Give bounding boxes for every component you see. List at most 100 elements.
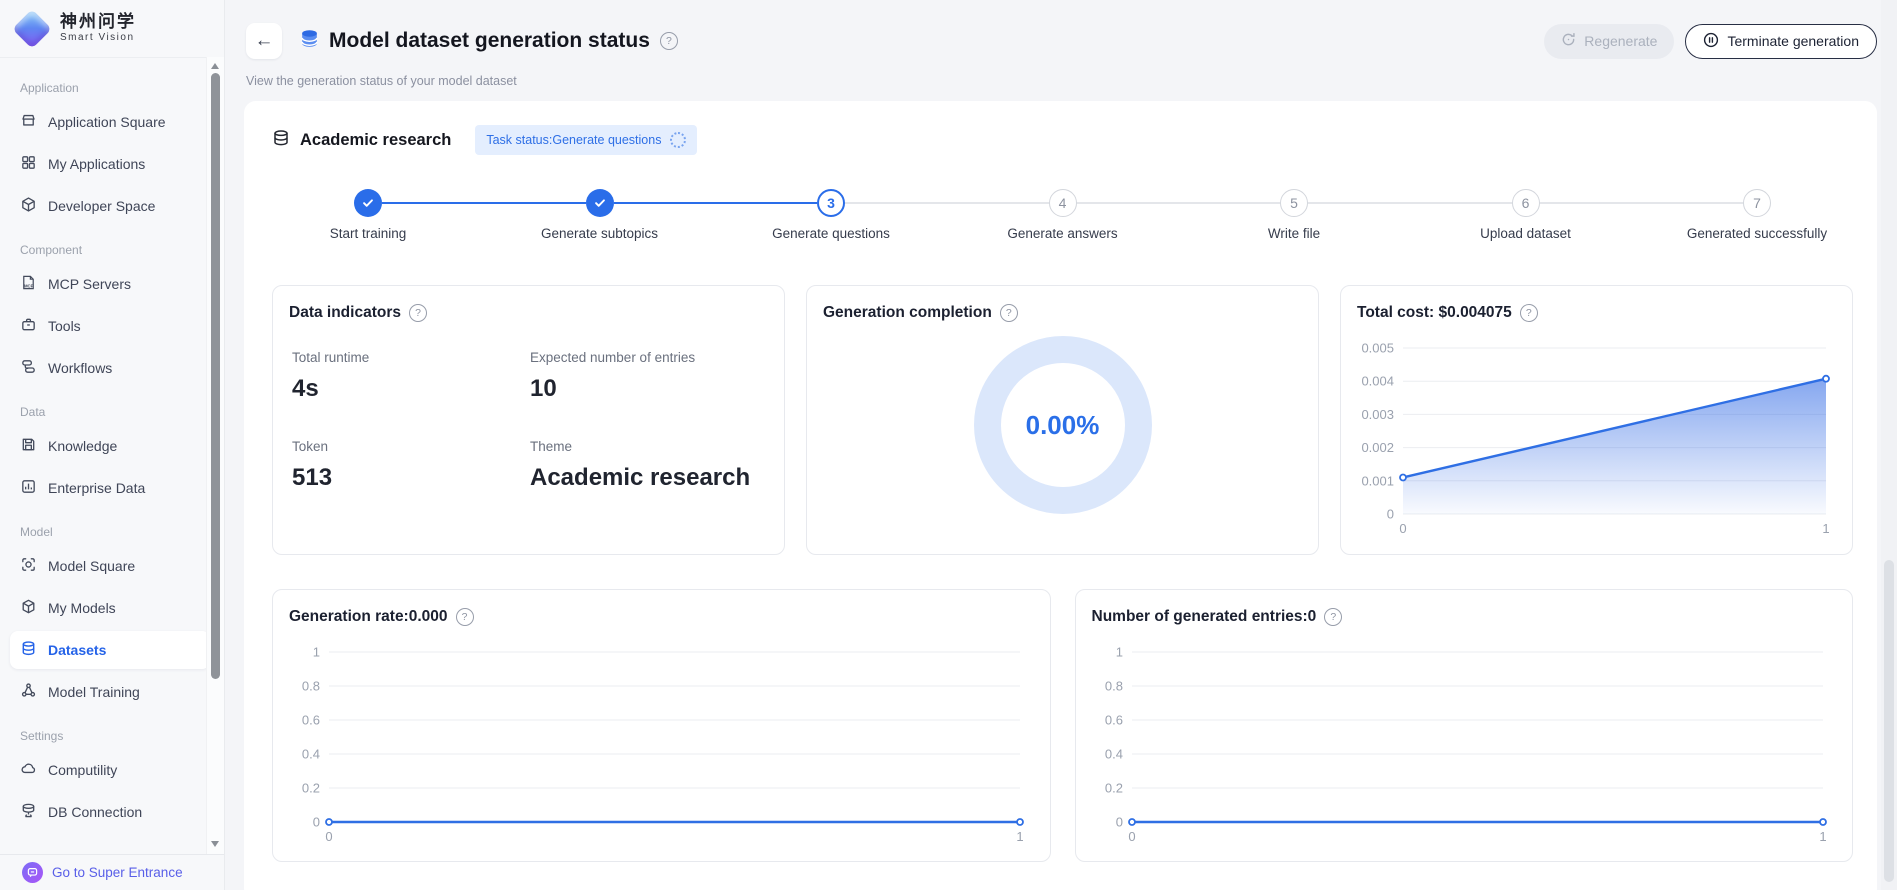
sidebar-item-label: Knowledge [48,438,117,454]
svg-text:1: 1 [1822,521,1829,536]
generation-completion-card: Generation completion 0.00% [806,285,1319,555]
card-title: Data indicators [289,304,401,322]
help-icon[interactable] [409,304,427,322]
terminate-generation-button[interactable]: Terminate generation [1685,24,1877,59]
metric-label: Token [292,439,530,454]
hexagon-icon [20,196,37,216]
svg-text:0: 0 [1387,507,1394,522]
metric-label: Expected number of entries [530,350,768,365]
sidebar-item-computility[interactable]: Computility [10,751,210,789]
sidebar-item-model-square[interactable]: Model Square [10,547,210,585]
scroll-up-icon[interactable] [211,63,219,69]
task-name: Academic research [300,131,451,150]
window-scrollbar[interactable] [1881,0,1897,890]
svg-text:1: 1 [1115,645,1122,660]
sidebar-item-mcp-servers[interactable]: MCP MCP Servers [10,265,210,303]
metric-value: 10 [530,375,768,403]
svg-text:1: 1 [1016,829,1023,844]
data-indicators-card: Data indicators Total runtime 4s Expecte… [272,285,785,555]
generated-entries-chart: 00.20.40.60.8101 [1092,632,1837,848]
page-subtitle: View the generation status of your model… [246,74,1877,88]
brand-name-en: Smart Vision [60,33,136,44]
completion-value: 0.00% [1026,410,1100,441]
sidebar-footer[interactable]: Go to Super Entrance [0,854,224,890]
terminate-label: Terminate generation [1727,33,1859,49]
nav-section-component: Component MCP MCP Servers Tools Workflow… [0,243,224,387]
sidebar-item-datasets[interactable]: Datasets [10,631,210,669]
help-icon[interactable] [1324,608,1342,626]
step-generate-answers: 4 Generate answers [997,189,1129,241]
sidebar-item-label: My Applications [48,156,145,172]
section-label: Settings [20,729,224,743]
cube-icon [20,598,37,618]
sidebar-item-developer-space[interactable]: Developer Space [10,187,210,225]
sidebar-item-label: Tools [48,318,81,334]
svg-text:0.6: 0.6 [302,713,320,728]
sidebar: 神州问学 Smart Vision Application Applicatio… [0,0,225,890]
stepper: Start training Generate subtopics 3 Gene… [272,189,1853,241]
svg-text:1: 1 [1819,829,1826,844]
step-generated-successfully: 7 Generated successfully [1691,189,1823,241]
metric-expected-entries: Expected number of entries 10 [530,350,768,403]
help-icon[interactable] [456,608,474,626]
sidebar-item-label: Model Training [48,684,140,700]
task-status-text: Task status:Generate questions [486,133,661,147]
help-icon[interactable] [660,32,678,50]
generation-rate-card: Generation rate:0.000 00.20.40.60.8101 [272,589,1051,862]
storefront-icon [20,112,37,132]
sidebar-item-db-connection[interactable]: DB Connection [10,793,210,831]
sidebar-item-label: Enterprise Data [48,480,145,496]
super-entrance-icon [22,862,43,883]
step-number: 4 [1049,189,1077,217]
regenerate-label: Regenerate [1584,33,1657,49]
svg-text:0.005: 0.005 [1361,341,1394,356]
generated-entries-card: Number of generated entries:0 00.20.40.6… [1075,589,1854,862]
sidebar-item-workflows[interactable]: Workflows [10,349,210,387]
section-label: Component [20,243,224,257]
step-label: Generate subtopics [541,226,658,241]
svg-text:0.002: 0.002 [1361,440,1394,455]
step-generate-subtopics: Generate subtopics [534,189,666,241]
sidebar-scrollbar[interactable] [206,57,224,855]
step-number: 6 [1512,189,1540,217]
sidebar-scrollbar-thumb[interactable] [211,73,220,679]
back-button[interactable] [246,23,282,59]
card-title: Total cost: $0.004075 [1357,304,1512,322]
sidebar-item-knowledge[interactable]: Knowledge [10,427,210,465]
svg-text:MCP: MCP [24,283,34,288]
step-generate-questions: 3 Generate questions [765,189,897,241]
window-scrollbar-thumb[interactable] [1884,560,1894,882]
step-start-training: Start training [302,189,434,241]
svg-text:0: 0 [1115,815,1122,830]
sidebar-item-my-applications[interactable]: My Applications [10,145,210,183]
sidebar-item-my-models[interactable]: My Models [10,589,210,627]
sidebar-item-label: Datasets [48,642,106,658]
help-icon[interactable] [1000,304,1018,322]
step-label: Generate questions [772,226,890,241]
svg-text:0: 0 [1128,829,1135,844]
sidebar-item-enterprise-data[interactable]: Enterprise Data [10,469,210,507]
cloud-icon [20,760,37,780]
sidebar-item-label: Application Square [48,114,166,130]
database-icon [20,640,37,660]
grid-icon [20,154,37,174]
help-icon[interactable] [1520,304,1538,322]
pause-circle-icon [1703,32,1719,51]
workflow-icon [20,358,37,378]
regenerate-button[interactable]: Regenerate [1544,24,1674,59]
svg-text:0.001: 0.001 [1361,473,1394,488]
sidebar-item-application-square[interactable]: Application Square [10,103,210,141]
sidebar-item-label: DB Connection [48,804,142,820]
svg-text:0.6: 0.6 [1104,713,1122,728]
sidebar-item-tools[interactable]: Tools [10,307,210,345]
svg-text:0.4: 0.4 [1104,747,1122,762]
svg-text:0.2: 0.2 [1104,781,1122,796]
brand-diamond-icon [12,9,52,49]
sidebar-item-model-training[interactable]: Model Training [10,673,210,711]
metric-token: Token 513 [292,439,530,492]
scroll-down-icon[interactable] [211,841,219,847]
section-label: Model [20,525,224,539]
nav-section-application: Application Application Square My Applic… [0,81,224,225]
database-outline-icon [272,129,290,152]
sidebar-nav: Application Application Square My Applic… [0,57,224,855]
